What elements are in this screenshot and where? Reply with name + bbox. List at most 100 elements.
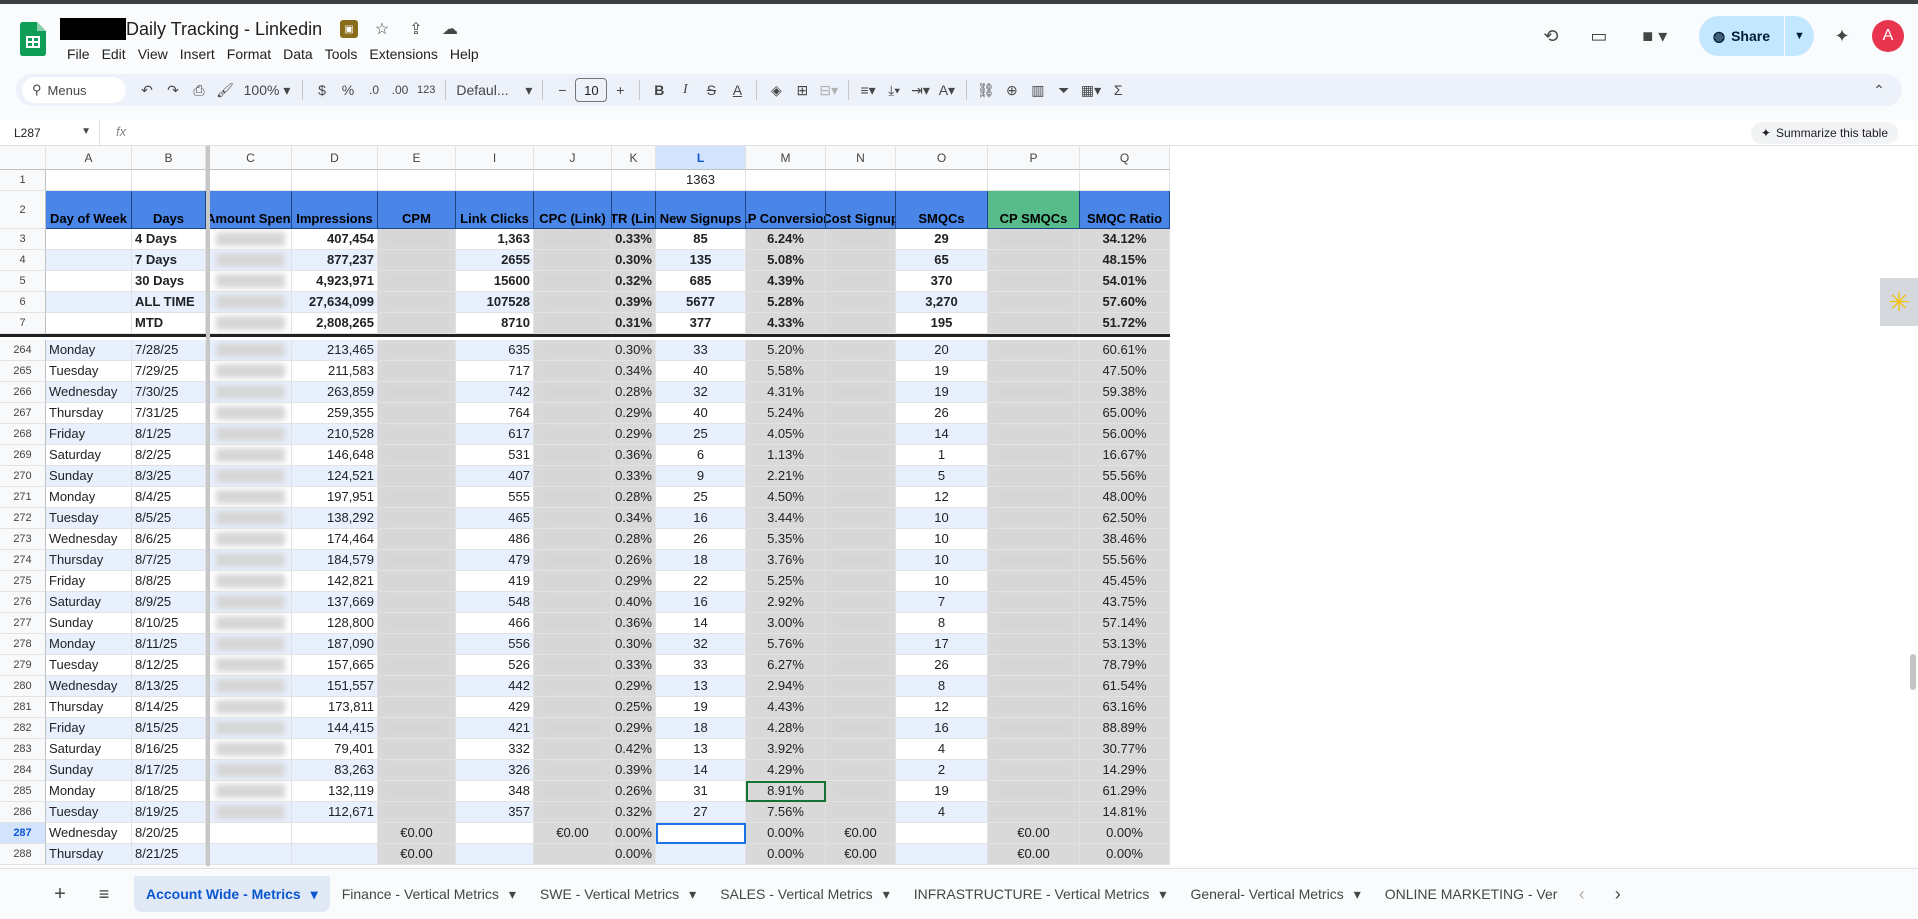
cell-j4[interactable]: [534, 250, 612, 271]
cell-m267[interactable]: 5.24%: [746, 403, 826, 424]
cell-e269[interactable]: [378, 445, 456, 466]
cell-c266[interactable]: [210, 382, 292, 403]
cell-e264[interactable]: [378, 340, 456, 361]
cell-n4[interactable]: [826, 250, 896, 271]
more-formats-button[interactable]: 123: [413, 76, 439, 104]
cell-m287[interactable]: 0.00%: [746, 823, 826, 844]
cell-i273[interactable]: 486: [456, 529, 534, 550]
cell-p282[interactable]: [988, 718, 1080, 739]
cell-l282[interactable]: 18: [656, 718, 746, 739]
cell-m281[interactable]: 4.43%: [746, 697, 826, 718]
cell-o6[interactable]: 3,270: [896, 292, 988, 313]
cell-i267[interactable]: 764: [456, 403, 534, 424]
cell-m269[interactable]: 1.13%: [746, 445, 826, 466]
cell-j6[interactable]: [534, 292, 612, 313]
cell-b279[interactable]: 8/12/25: [132, 655, 206, 676]
cell-q275[interactable]: 45.45%: [1080, 571, 1170, 592]
cell-q288[interactable]: 0.00%: [1080, 844, 1170, 865]
percent-format-button[interactable]: %: [335, 76, 361, 104]
cell-d284[interactable]: 83,263: [292, 760, 378, 781]
cell-j1[interactable]: [534, 170, 612, 191]
cell-o288[interactable]: [896, 844, 988, 865]
cell-k4[interactable]: 0.30%: [612, 250, 656, 271]
cell-b288[interactable]: 8/21/25: [132, 844, 206, 865]
filter-icon[interactable]: ⏷: [1051, 76, 1077, 104]
cell-m286[interactable]: 7.56%: [746, 802, 826, 823]
print-icon[interactable]: ⎙: [186, 76, 212, 104]
row-header-270[interactable]: 270: [0, 466, 46, 487]
cell-l265[interactable]: 40: [656, 361, 746, 382]
cell-o279[interactable]: 26: [896, 655, 988, 676]
cell-a267[interactable]: Thursday: [46, 403, 132, 424]
cell-d279[interactable]: 157,665: [292, 655, 378, 676]
cell-j265[interactable]: [534, 361, 612, 382]
cell-e6[interactable]: [378, 292, 456, 313]
cell-o265[interactable]: 19: [896, 361, 988, 382]
sheet-tab-account-wide[interactable]: Account Wide - Metrics ▾: [134, 876, 330, 912]
cell-j267[interactable]: [534, 403, 612, 424]
column-header-j[interactable]: J: [534, 146, 612, 170]
cell-j284[interactable]: [534, 760, 612, 781]
cell-i1[interactable]: [456, 170, 534, 191]
cell-m276[interactable]: 2.92%: [746, 592, 826, 613]
cell-j268[interactable]: [534, 424, 612, 445]
cell-k2[interactable]: CTR (Link): [612, 191, 656, 229]
text-color-button[interactable]: A: [724, 76, 750, 104]
cell-l281[interactable]: 19: [656, 697, 746, 718]
menu-insert[interactable]: Insert: [174, 44, 221, 64]
cell-m266[interactable]: 4.31%: [746, 382, 826, 403]
cell-p5[interactable]: [988, 271, 1080, 292]
share-button[interactable]: ◍ Share: [1699, 16, 1784, 56]
cell-j287[interactable]: €0.00: [534, 823, 612, 844]
cell-a286[interactable]: Tuesday: [46, 802, 132, 823]
font-size-input[interactable]: 10: [575, 78, 608, 102]
cell-a282[interactable]: Friday: [46, 718, 132, 739]
cell-d285[interactable]: 132,119: [292, 781, 378, 802]
cell-e286[interactable]: [378, 802, 456, 823]
cell-k284[interactable]: 0.39%: [612, 760, 656, 781]
cell-o274[interactable]: 10: [896, 550, 988, 571]
column-header-e[interactable]: E: [378, 146, 456, 170]
row-header-275[interactable]: 275: [0, 571, 46, 592]
cell-c265[interactable]: [210, 361, 292, 382]
column-header-p[interactable]: P: [988, 146, 1080, 170]
cell-c287[interactable]: [210, 823, 292, 844]
cell-p274[interactable]: [988, 550, 1080, 571]
undo-icon[interactable]: ↶: [134, 76, 160, 104]
cell-i276[interactable]: 548: [456, 592, 534, 613]
cell-n283[interactable]: [826, 739, 896, 760]
cell-p285[interactable]: [988, 781, 1080, 802]
cell-k279[interactable]: 0.33%: [612, 655, 656, 676]
cell-d281[interactable]: 173,811: [292, 697, 378, 718]
cloud-status-icon[interactable]: ☁: [440, 18, 460, 40]
cell-b4[interactable]: 7 Days: [132, 250, 206, 271]
cell-n279[interactable]: [826, 655, 896, 676]
cell-c284[interactable]: [210, 760, 292, 781]
cell-c283[interactable]: [210, 739, 292, 760]
functions-icon[interactable]: Σ: [1105, 76, 1131, 104]
cell-q284[interactable]: 14.29%: [1080, 760, 1170, 781]
column-header-m[interactable]: M: [746, 146, 826, 170]
cell-c1[interactable]: [210, 170, 292, 191]
cell-n273[interactable]: [826, 529, 896, 550]
cell-q270[interactable]: 55.56%: [1080, 466, 1170, 487]
cell-c3[interactable]: [210, 229, 292, 250]
sheet-tab-sales[interactable]: SALES - Vertical Metrics ▾: [708, 876, 902, 912]
sheet-tab-swe[interactable]: SWE - Vertical Metrics ▾: [528, 876, 708, 912]
spreadsheet-grid[interactable]: A B C D E I J K L M N O P Q 1 1363 2 Day of Week Days Amoun…: [0, 146, 1918, 866]
cell-o287[interactable]: [896, 823, 988, 844]
gemini-icon[interactable]: ✦: [1822, 16, 1862, 56]
zoom-select[interactable]: 100% ▾: [238, 76, 296, 104]
row-header-287[interactable]: 287: [0, 823, 46, 844]
strikethrough-button[interactable]: S: [698, 76, 724, 104]
cell-a287[interactable]: Wednesday: [46, 823, 132, 844]
cell-l7[interactable]: 377: [656, 313, 746, 334]
cell-p270[interactable]: [988, 466, 1080, 487]
row-header-4[interactable]: 4: [0, 250, 46, 271]
cell-c282[interactable]: [210, 718, 292, 739]
cell-m264[interactable]: 5.20%: [746, 340, 826, 361]
cell-a264[interactable]: Monday: [46, 340, 132, 361]
cell-j271[interactable]: [534, 487, 612, 508]
cell-e265[interactable]: [378, 361, 456, 382]
cell-a271[interactable]: Monday: [46, 487, 132, 508]
